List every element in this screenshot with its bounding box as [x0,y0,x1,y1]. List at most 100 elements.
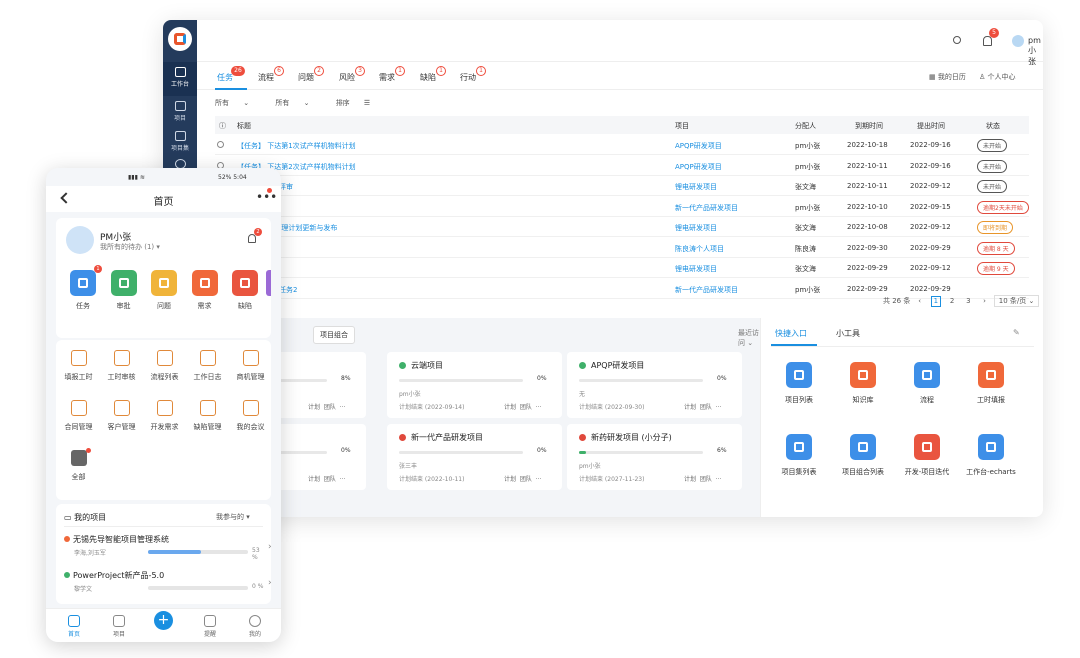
my-calendar-link[interactable]: ▦ 我的日历 [929,72,966,82]
grid-item[interactable]: 工作日志 [186,350,229,382]
tab-risk[interactable]: 风险 3 [339,66,365,83]
project-name[interactable]: 新药研发项目 (小分子) [591,432,672,443]
quick-entry[interactable]: 项目集列表 [769,434,829,477]
more-icon[interactable]: ··· [536,404,542,411]
grid-item[interactable]: 全部 [57,450,100,482]
team-link[interactable]: 团队 [700,476,712,483]
personal-center-link[interactable]: ♙ 个人中心 [979,72,1016,82]
recent-visit-dropdown[interactable]: 最近访问 ⌄ [738,328,760,348]
team-link[interactable]: 团队 [324,404,336,411]
quick-entry[interactable]: 项目列表 [769,362,829,405]
grid-item[interactable]: 流程列表 [143,350,186,382]
tab-defect[interactable]: 缺陷 1 [420,66,446,83]
tab-task[interactable]: 任务 26 [217,66,245,83]
quick-entry[interactable]: 开发-项目迭代 [897,434,957,477]
more-icon[interactable]: ··· [340,404,346,411]
page-size-select[interactable]: 10 条/页 ⌄ [993,295,1040,307]
plan-link[interactable]: 计划 [684,476,696,483]
row-project[interactable]: 锂电研发项目 [675,223,717,233]
project-card[interactable]: 云端项目 0% pm小张 计划结束 (2022-09-14) 计划 团队 ··· [387,352,562,418]
plan-link[interactable]: 计划 [308,404,320,411]
module-0[interactable]: 任务 [63,270,103,311]
search-icon[interactable] [953,36,961,44]
quick-entry[interactable]: 工时填报 [961,362,1021,405]
nav-mine[interactable]: 我的 [237,615,273,638]
tab-widgets[interactable]: 小工具 [836,328,860,339]
row-title[interactable]: 【任务】 下达第1次试产样机物料计划 [237,141,356,151]
nav-home[interactable]: 首页 [56,615,92,638]
team-link[interactable]: 团队 [324,476,336,483]
table-row[interactable]: 启动与策划门评审 锂电研发项目 张文海 2022-10-11 2022-09-1… [215,176,1029,196]
more-icon[interactable]: ··· [340,476,346,483]
plan-link[interactable]: 计划 [684,404,696,411]
grid-item[interactable]: 填报工时 [57,350,100,382]
row-project[interactable]: 新一代产品研发项目 [675,203,738,213]
more-icon[interactable]: ··· [716,404,722,411]
tab-flow[interactable]: 流程 6 [258,66,284,83]
module-3[interactable]: 需求 [185,270,225,311]
page-3[interactable]: 3 [963,297,973,308]
tab-issue[interactable]: 问题 2 [298,66,324,83]
table-row[interactable]: 启动会召开/管理计划更新与发布 锂电研发项目 张文海 2022-10-08 20… [215,217,1029,237]
quick-entry[interactable]: 项目组合列表 [833,434,893,477]
user-name[interactable]: pm小张 [1028,36,1043,67]
table-row[interactable]: 进度 新一代产品研发项目 pm小张 2022-10-10 2022-09-15 … [215,197,1029,217]
tab-quick-entry[interactable]: 快捷入口 [775,328,807,339]
todo-dropdown[interactable]: 我所有的待办 (1) ▾ [100,242,160,252]
plan-link[interactable]: 计划 [308,476,320,483]
row-project[interactable]: 新一代产品研发项目 [675,285,738,295]
table-row[interactable]: 填报任务二 陈良涛个人项目 陈良涛 2022-09-30 2022-09-29 … [215,238,1029,258]
project-card[interactable]: APQP研发项目 0% 无 计划结束 (2022-09-30) 计划 团队 ··… [567,352,742,418]
row-project[interactable]: 陈良涛个人项目 [675,244,724,254]
prev-page[interactable]: ‹ [915,297,925,308]
user-avatar[interactable] [1012,35,1024,47]
quick-entry[interactable]: 工作台-echarts [961,434,1021,477]
grid-item[interactable]: 开发需求 [143,400,186,432]
tab-action[interactable]: 行动 1 [460,66,486,83]
module-1[interactable]: 审批 [104,270,144,311]
add-button[interactable]: + [154,611,173,630]
table-row[interactable]: 【任务】 下达第1次试产样机物料计划 APQP研发项目 pm小张 2022-10… [215,135,1029,155]
module-2[interactable]: 问题 [144,270,184,311]
bell-icon[interactable] [248,234,256,243]
edit-icon[interactable]: ✎ [1013,328,1020,337]
row-project[interactable]: 锂电研发项目 [675,182,717,192]
nav-reminder[interactable]: 提醒 [192,615,228,638]
project-name[interactable]: 云端项目 [411,360,443,371]
grid-item[interactable]: 我的会议 [229,400,272,432]
page-1[interactable]: 1 [930,296,941,307]
grid-item[interactable]: 客户管理 [100,400,143,432]
grid-item[interactable]: 工时审核 [100,350,143,382]
quick-entry[interactable]: 知识库 [833,362,893,405]
table-row[interactable]: 【任务】 下达第2次试产样机物料计划 APQP研发项目 pm小张 2022-10… [215,156,1029,176]
avatar[interactable] [66,226,94,254]
nav-project[interactable]: 项目 [163,96,197,130]
page-2[interactable]: 2 [947,297,957,308]
quick-entry[interactable]: 流程 [897,362,957,405]
team-link[interactable]: 团队 [700,404,712,411]
bell-icon[interactable] [983,36,992,46]
participation-filter[interactable]: 我参与的 ▾ [216,512,250,522]
grid-item[interactable]: 合同管理 [57,400,100,432]
nav-workbench[interactable]: 工作台 [163,62,197,96]
tab-requirement[interactable]: 需求 1 [379,66,405,83]
plan-link[interactable]: 计划 [504,404,516,411]
project-name[interactable]: 新一代产品研发项目 [411,432,483,443]
more-icon[interactable]: ··· [716,476,722,483]
module-4[interactable]: 缺陷 [225,270,265,311]
project-combo-tab[interactable]: 项目组合 [313,326,355,344]
next-page[interactable]: › [980,297,990,308]
team-link[interactable]: 团队 [520,404,532,411]
row-project[interactable]: APQP研发项目 [675,141,722,151]
project-card[interactable]: 新一代产品研发项目 0% 张三丰 计划结束 (2022-10-11) 计划 团队… [387,424,562,490]
sort-button[interactable]: 排序 ☰ [336,99,383,107]
filter-all-1[interactable]: 所有 ⌄ [215,99,261,107]
row-checkbox[interactable] [217,141,224,148]
more-icon[interactable]: ··· [536,476,542,483]
grid-item[interactable]: 商机管理 [229,350,272,382]
row-project[interactable]: APQP研发项目 [675,162,722,172]
team-link[interactable]: 团队 [520,476,532,483]
plan-link[interactable]: 计划 [504,476,516,483]
table-row[interactable]: 管理计划汇编 锂电研发项目 张文海 2022-09-29 2022-09-12 … [215,258,1029,278]
row-project[interactable]: 锂电研发项目 [675,264,717,274]
